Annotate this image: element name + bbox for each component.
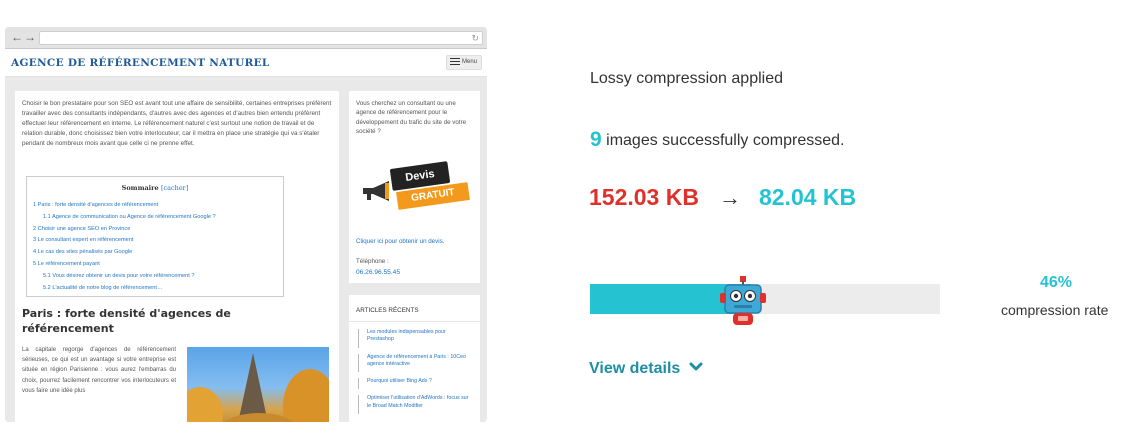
chevron-down-icon: [689, 362, 703, 371]
compression-mode-text: Lossy compression applied: [590, 70, 783, 87]
recent-article-link: Pourquoi utiliser Bing Ads ?: [358, 378, 476, 390]
toc-item: 2 Choisir une agence SEO en Province: [33, 225, 131, 232]
article-heading: Paris : forte densité d'agences de référ…: [22, 307, 231, 335]
recent-articles-widget: ARTICLES RÉCENTS Les modules indispensab…: [349, 295, 480, 422]
compression-percent: 46%: [1040, 274, 1073, 291]
toc-item: 5.2 L'actualité de notre blog de référen…: [43, 284, 163, 291]
article-paragraph: La capitale regorge d'agences de référen…: [22, 347, 176, 394]
quote-link: Cliquer ici pour obtenir un devis.: [356, 238, 445, 245]
toc-list: 1 Paris : forte densité d'agences de réf…: [33, 200, 281, 294]
quote-question: Vous cherchez un consultant ou une agenc…: [356, 100, 467, 136]
view-details-link[interactable]: View details: [589, 360, 703, 378]
size-before: 152.03 KB: [589, 184, 699, 210]
phone-label: Téléphone :: [356, 258, 389, 265]
menu-label: Menu: [462, 59, 478, 65]
recent-article-link: Les modules indispensables pour Prestash…: [358, 329, 476, 348]
eiffel-tower-shape: [235, 353, 271, 422]
toc-title-label: Sommaire: [121, 184, 159, 192]
address-bar: ↻: [39, 31, 483, 45]
website-preview: ← → ↻ AGENCE DE RÉFÉRENCEMENT NATUREL Me…: [5, 27, 487, 422]
toc-item: 3 Le consultant expert en référencement: [33, 237, 134, 244]
quote-widget: Vous cherchez un consultant ou une agenc…: [349, 91, 480, 283]
size-after: 82.04 KB: [758, 184, 857, 210]
megaphone-icon: [363, 181, 389, 201]
recent-articles-list: Les modules indispensables pour Prestash…: [349, 329, 480, 420]
hamburger-icon: [450, 57, 460, 65]
recent-articles-title: ARTICLES RÉCENTS: [356, 307, 419, 314]
toc-title: Sommaire [cacher]: [27, 184, 283, 192]
table-of-contents: Sommaire [cacher] 1 Paris : forte densit…: [26, 176, 284, 297]
toc-item: 1.1 Agence de communication ou Agence de…: [43, 213, 216, 220]
devis-gratuit-banner: Devis GRATUIT: [357, 151, 471, 223]
compression-rate-label: compression rate: [1001, 302, 1109, 318]
intro-paragraph: Choisir le bon prestataire pour son SEO …: [22, 100, 332, 147]
recent-article-link: Optimiser l'utilisation d'AdWords : focu…: [358, 395, 476, 415]
divider: [349, 321, 480, 322]
site-header: AGENCE DE RÉFÉRENCEMENT NATUREL Menu: [5, 49, 487, 77]
toc-item: 1 Paris : forte densité d'agences de réf…: [33, 202, 159, 208]
reload-icon: ↻: [471, 33, 479, 43]
view-details-label: View details: [589, 360, 681, 377]
toc-item: 4 Le cas des sites pénalisés par Google: [33, 249, 133, 256]
toc-item: 5 Le référencement payant: [33, 260, 100, 267]
phone-number: 06.26.96.55.45: [356, 269, 400, 276]
toc-hide-link: [cacher]: [160, 184, 189, 192]
size-comparison: 152.03 KB → 82.04 KB: [589, 184, 856, 214]
tree-shape: [187, 387, 223, 422]
page-viewport: AGENCE DE RÉFÉRENCEMENT NATUREL Menu Cho…: [5, 49, 487, 422]
eiffel-tower-photo: [187, 347, 329, 422]
images-compressed-line: 9 images successfully compressed.: [590, 128, 844, 152]
images-count: 9: [590, 128, 602, 151]
browser-toolbar: ← → ↻: [5, 27, 487, 49]
site-title: AGENCE DE RÉFÉRENCEMENT NATUREL: [11, 57, 270, 69]
images-count-text: images successfully compressed.: [606, 132, 845, 149]
robot-mascot-icon: [720, 276, 766, 325]
right-arrow-icon: →: [718, 185, 741, 210]
article-column: Choisir le bon prestataire pour son SEO …: [15, 91, 339, 422]
back-arrow-icon: ←: [11, 30, 23, 44]
forward-arrow-icon: →: [24, 30, 36, 44]
menu-button: Menu: [446, 55, 482, 70]
tree-shape: [283, 369, 329, 422]
toc-item: 5.1 Vous désirez obtenir un devis pour v…: [43, 272, 195, 279]
recent-article-link: Agence de référencement à Paris : 10Ceo …: [358, 353, 476, 373]
